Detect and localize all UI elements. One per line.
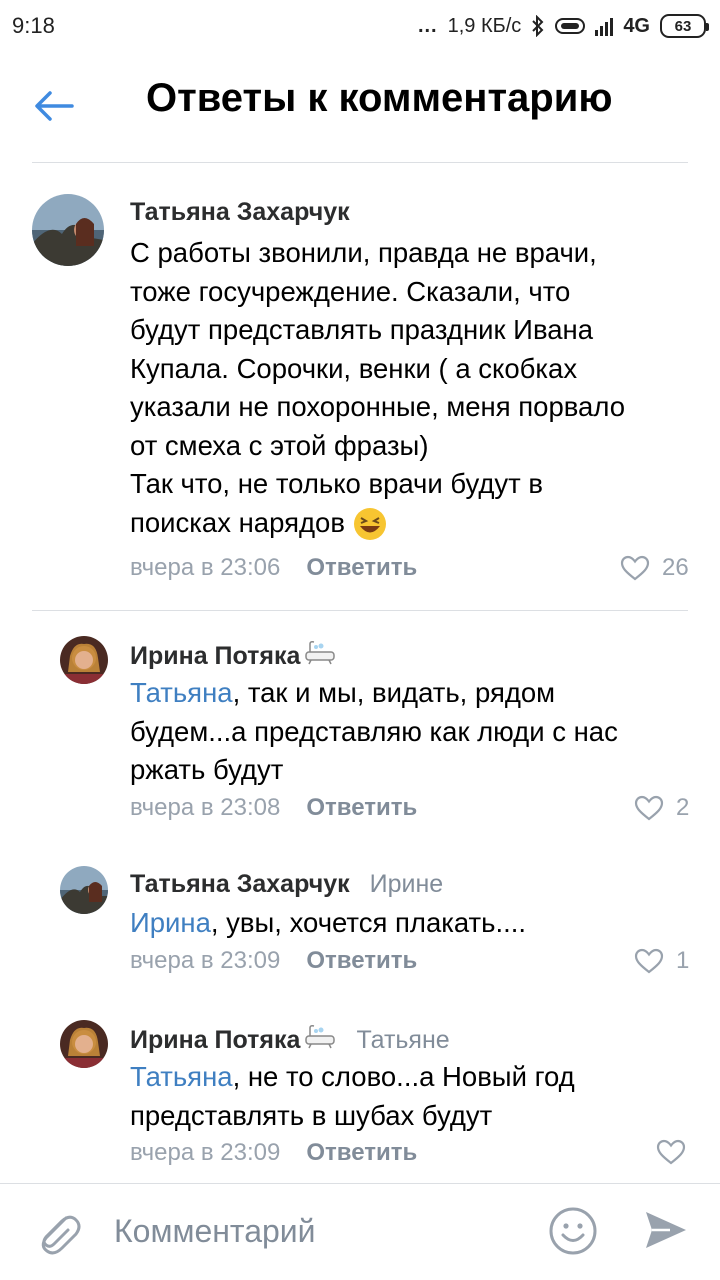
text-line: указали не похоронные, меня порвало (130, 391, 625, 422)
text-line: Татьяна, не то слово...а Новый год (130, 1058, 690, 1097)
notification-dots: ... (417, 14, 438, 37)
author-name: Татьяна Захарчук (130, 198, 350, 226)
signal-icon (595, 16, 614, 36)
like-count: 26 (662, 554, 689, 581)
laughing-emoji-icon (353, 507, 387, 541)
author-name: Ирина Потяка (130, 1026, 301, 1054)
author-name: Ирина Потяка (130, 642, 301, 670)
like-count: 1 (676, 947, 690, 974)
header-divider (32, 162, 688, 163)
mention-link[interactable]: Татьяна (130, 1061, 233, 1092)
net-speed: 1,9 КБ/с (447, 14, 522, 37)
text-line: будут представлять праздник Ивана (130, 314, 594, 345)
text-line: С работы звонили, правда не врачи, (130, 237, 597, 268)
like-count: 2 (676, 794, 690, 821)
text-line: тоже госучреждение. Сказали, что (130, 275, 571, 307)
status-time: 9:18 (12, 13, 55, 38)
avatar[interactable] (60, 636, 108, 684)
reply-to-label[interactable]: Татьяне (356, 1026, 449, 1055)
bluetooth-icon (532, 15, 544, 37)
comment-text: Татьяна, не то слово...а Новый год предс… (130, 1058, 690, 1135)
comment-author[interactable]: Ирина Потяка (130, 640, 336, 673)
comment-text: Татьяна, так и мы, видать, рядом будем..… (130, 674, 690, 790)
text-line-content: , увы, хочется плакать.... (210, 907, 527, 938)
text-line: Так что, не только врачи будут в (130, 468, 544, 499)
back-arrow-icon (35, 91, 74, 121)
text-line: ржать будут (130, 754, 284, 785)
text-line: поисках нарядов (130, 504, 690, 543)
avatar[interactable] (60, 1020, 108, 1068)
comment-time: вчера в 23:08 (130, 794, 281, 821)
reply-button[interactable]: Ответить (306, 794, 417, 822)
heart-icon (620, 555, 650, 581)
bath-emoji-icon (304, 640, 336, 673)
text-line: будем...а представляю как люди с нас (130, 715, 618, 747)
paperclip-icon (41, 1215, 81, 1255)
text-line-content: поисках нарядов (130, 506, 345, 538)
comment-meta: вчера в 23:06 Ответить (130, 554, 417, 582)
comment-time: вчера в 23:09 (130, 947, 281, 974)
comment-text: Ирина, увы, хочется плакать.... (130, 904, 690, 943)
reply-button[interactable]: Ответить (306, 947, 417, 975)
text-line-content: , так и мы, видать, рядом (232, 677, 556, 708)
send-button[interactable] (642, 1206, 690, 1254)
author-name: Татьяна Захарчук (130, 870, 350, 898)
reply-button[interactable]: Ответить (306, 554, 417, 582)
comment-meta: вчера в 23:09 Ответить (130, 947, 417, 975)
mention-link[interactable]: Татьяна (130, 677, 233, 708)
comment-meta: вчера в 23:08 Ответить (130, 794, 417, 822)
comment-time: вчера в 23:09 (130, 1139, 281, 1166)
battery-level: 63 (674, 17, 692, 35)
comment-time: вчера в 23:06 (130, 554, 281, 581)
text-line: Татьяна, так и мы, видать, рядом (130, 674, 690, 713)
status-indicators: ... 1,9 КБ/с 4G 63 (417, 14, 709, 38)
battery-icon: 63 (660, 14, 709, 38)
reply-button[interactable]: Ответить (306, 1139, 417, 1167)
avatar[interactable] (60, 866, 108, 914)
status-bar: 9:18 ... 1,9 КБ/с 4G 63 (0, 0, 720, 52)
attach-button[interactable] (32, 1204, 84, 1258)
thread-divider (32, 610, 688, 611)
back-button[interactable] (28, 82, 80, 130)
text-line: Ирина, увы, хочется плакать.... (130, 904, 690, 943)
bath-emoji-icon (304, 1024, 336, 1057)
text-line: от смеха с этой фразы) (130, 429, 429, 461)
mention-link[interactable]: Ирина (130, 907, 211, 938)
text-line: представлять в шубах будут (130, 1099, 493, 1131)
like-button[interactable] (656, 1139, 686, 1165)
text-line: Купала. Сорочки, венки ( а скобках (130, 352, 578, 384)
like-button[interactable]: 26 (620, 554, 689, 582)
heart-icon (634, 795, 664, 821)
reply-to-label[interactable]: Ирине (370, 870, 444, 899)
avatar[interactable] (32, 194, 104, 266)
like-button[interactable]: 1 (634, 947, 689, 975)
text-line-content: , не то слово...а Новый год (232, 1061, 575, 1092)
heart-icon (634, 948, 664, 974)
heart-icon (656, 1139, 686, 1165)
send-icon (646, 1212, 686, 1248)
emoji-button[interactable] (546, 1204, 600, 1258)
header: Ответы к комментарию (0, 52, 720, 160)
comment-input[interactable] (114, 1208, 514, 1254)
volte-icon (555, 18, 586, 34)
comment-author[interactable]: Татьяна Захарчук (130, 198, 350, 227)
comment-author[interactable]: Ирина Потяка Татьяне (130, 1024, 450, 1057)
comment-meta: вчера в 23:09 Ответить (130, 1139, 417, 1167)
smiley-icon (549, 1207, 597, 1255)
comment-author[interactable]: Татьяна Захарчук Ирине (130, 870, 443, 899)
comment-text: С работы звонили, правда не врачи, тоже … (130, 234, 690, 542)
page-title: Ответы к комментарию (146, 76, 613, 120)
network-type: 4G (623, 14, 650, 37)
comment-composer (0, 1184, 720, 1280)
like-button[interactable]: 2 (634, 794, 689, 822)
